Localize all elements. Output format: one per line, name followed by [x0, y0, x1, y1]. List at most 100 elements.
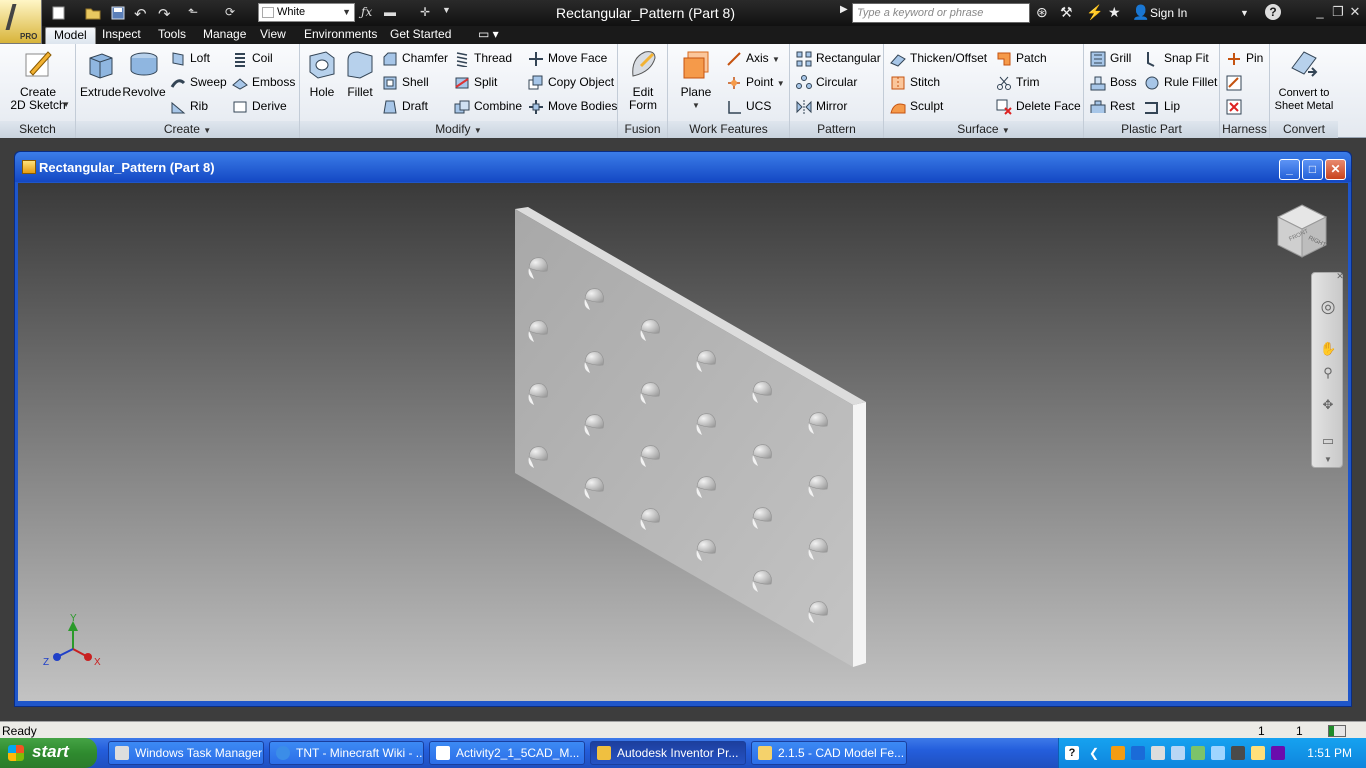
undo-icon[interactable]: ↶	[134, 5, 147, 23]
patch-button[interactable]: Patch	[996, 49, 1047, 69]
wrench-icon[interactable]: ⚒	[1060, 4, 1073, 21]
move-face-button[interactable]: Move Face	[528, 49, 607, 69]
document-title-bar[interactable]: Rectangular_Pattern (Part 8) _ □ ✕	[15, 152, 1351, 182]
extrude-button[interactable]: Extrude	[80, 48, 121, 99]
boss-button[interactable]: Boss	[1090, 73, 1137, 93]
bluetooth-icon[interactable]	[1131, 746, 1145, 760]
help-icon[interactable]: ?	[1265, 4, 1281, 20]
rule-fillet-button[interactable]: Rule Fillet	[1144, 73, 1217, 93]
look-at-icon[interactable]: ▭	[1320, 433, 1336, 449]
axis-button[interactable]: Axis ▼	[726, 49, 780, 69]
thicken-offset-button[interactable]: Thicken/Offset	[890, 49, 987, 69]
restore-icon[interactable]: ❐	[1330, 4, 1346, 20]
search-input[interactable]: Type a keyword or phrase	[852, 3, 1030, 23]
new-file-icon[interactable]	[50, 5, 68, 21]
viewcube[interactable]: FRONT RIGHT	[1274, 203, 1330, 261]
coil-button[interactable]: Coil	[232, 49, 273, 69]
task-cad-model-folder[interactable]: 2.1.5 - CAD Model Fe...	[751, 741, 907, 765]
tab-manage[interactable]: Manage	[195, 27, 254, 44]
sweep-button[interactable]: Sweep	[170, 73, 227, 93]
tab-get-started[interactable]: Get Started	[382, 27, 459, 44]
lip-button[interactable]: Lip	[1144, 97, 1180, 117]
close-icon[interactable]: ✕	[1347, 4, 1363, 20]
subscription-icon[interactable]: ⚡	[1086, 4, 1103, 21]
graphics-viewport[interactable]: FRONT RIGHT Y X Z	[18, 183, 1348, 701]
sketch-dropdown-icon[interactable]: ▼	[62, 98, 70, 111]
sculpt-button[interactable]: Sculpt	[890, 97, 943, 117]
copy-object-button[interactable]: Copy Object	[528, 73, 614, 93]
combine-button[interactable]: Combine	[454, 97, 522, 117]
revolve-button[interactable]: Revolve	[122, 48, 166, 99]
volume-icon[interactable]	[1251, 746, 1265, 760]
draft-button[interactable]: Draft	[382, 97, 428, 117]
hole-button[interactable]: Hole	[304, 48, 340, 99]
wireless-icon[interactable]	[1211, 746, 1225, 760]
task-windows-task-manager[interactable]: Windows Task Manager	[108, 741, 264, 765]
fillet-button[interactable]: Fillet	[342, 48, 378, 99]
grill-button[interactable]: Grill	[1090, 49, 1131, 69]
application-menu-button[interactable]: PRO	[0, 0, 42, 44]
edit-form-button[interactable]: Edit Form	[622, 48, 664, 112]
tray-app-icon-1[interactable]	[1111, 746, 1125, 760]
binoculars-icon[interactable]: ⊛	[1036, 4, 1048, 21]
open-folder-icon[interactable]	[84, 5, 102, 21]
zoom-icon[interactable]: ⚲	[1320, 365, 1336, 381]
panel-title-create[interactable]: Create ▼	[76, 121, 299, 138]
document-close-button[interactable]: ✕	[1325, 159, 1346, 180]
network-signal-icon[interactable]	[1191, 746, 1205, 760]
navbar-customize-icon[interactable]: ▼	[1320, 455, 1336, 471]
tab-view[interactable]: View	[252, 27, 294, 44]
tab-inspect[interactable]: Inspect	[94, 27, 149, 44]
chamfer-button[interactable]: Chamfer	[382, 49, 448, 69]
loft-button[interactable]: Loft	[170, 49, 210, 69]
convert-to-sheet-metal-button[interactable]: Convert to Sheet Metal	[1272, 48, 1336, 113]
document-maximize-button[interactable]: □	[1302, 159, 1323, 180]
tray-app-icon-5[interactable]	[1271, 746, 1285, 760]
panel-title-modify[interactable]: Modify ▼	[300, 121, 617, 138]
search-expand-icon[interactable]: ▶	[840, 4, 848, 15]
ribbon-display-toggle-icon[interactable]: ▭ ▾	[470, 27, 507, 44]
customize-dropdown-icon[interactable]: ▼	[442, 5, 451, 21]
tray-help-icon[interactable]: ?	[1065, 746, 1079, 760]
snap-fit-button[interactable]: Snap Fit	[1144, 49, 1209, 69]
steering-wheel-icon[interactable]: ◎	[1320, 297, 1336, 316]
measure-icon[interactable]: ▬	[384, 5, 396, 21]
color-style-select[interactable]: White ▼	[258, 3, 355, 22]
tab-environments[interactable]: Environments	[296, 27, 385, 44]
tab-tools[interactable]: Tools	[150, 27, 194, 44]
rest-button[interactable]: Rest	[1090, 97, 1135, 117]
point-dropdown-icon[interactable]: ▼	[777, 79, 785, 88]
fx-parameters-icon[interactable]: ƒx	[361, 5, 372, 21]
minimize-icon[interactable]: _	[1312, 4, 1328, 19]
thread-button[interactable]: Thread	[454, 49, 512, 69]
sign-in-link[interactable]: Sign In	[1150, 6, 1187, 20]
ucs-button[interactable]: UCS	[726, 97, 771, 117]
return-icon[interactable]: ⬑	[188, 5, 198, 21]
trim-button[interactable]: Trim	[996, 73, 1040, 93]
create-2d-sketch-button[interactable]: Create 2D Sketch ▼	[4, 48, 72, 112]
emboss-button[interactable]: Emboss	[232, 73, 295, 93]
plane-button[interactable]: Plane ▼	[674, 48, 718, 112]
rectangular-pattern-button[interactable]: Rectangular	[796, 49, 881, 69]
move-bodies-button[interactable]: Move Bodies	[528, 97, 617, 117]
shell-button[interactable]: Shell	[382, 73, 429, 93]
harness-properties-button[interactable]	[1226, 73, 1246, 93]
document-minimize-button[interactable]: _	[1279, 159, 1300, 180]
pan-hand-icon[interactable]: ✋	[1320, 341, 1336, 357]
harness-delete-button[interactable]	[1226, 97, 1246, 117]
rib-button[interactable]: Rib	[170, 97, 208, 117]
orbit-icon[interactable]: ✥	[1320, 397, 1336, 413]
split-button[interactable]: Split	[454, 73, 497, 93]
tray-show-hidden-icon[interactable]: ❮	[1089, 746, 1103, 760]
point-button[interactable]: Point ▼	[726, 73, 785, 93]
delete-face-button[interactable]: Delete Face	[996, 97, 1081, 117]
task-minecraft-wiki[interactable]: TNT - Minecraft Wiki - ...	[269, 741, 424, 765]
navbar-close-icon[interactable]: ✕	[1332, 271, 1348, 287]
redo-icon[interactable]: ↷	[158, 5, 171, 23]
panel-title-surface[interactable]: Surface ▼	[884, 121, 1083, 138]
circular-pattern-button[interactable]: Circular	[796, 73, 857, 93]
update-icon[interactable]: ⟳	[225, 5, 235, 21]
axis-dropdown-icon[interactable]: ▼	[772, 55, 780, 64]
mirror-button[interactable]: Mirror	[796, 97, 847, 117]
plane-dropdown-icon[interactable]: ▼	[674, 99, 718, 112]
